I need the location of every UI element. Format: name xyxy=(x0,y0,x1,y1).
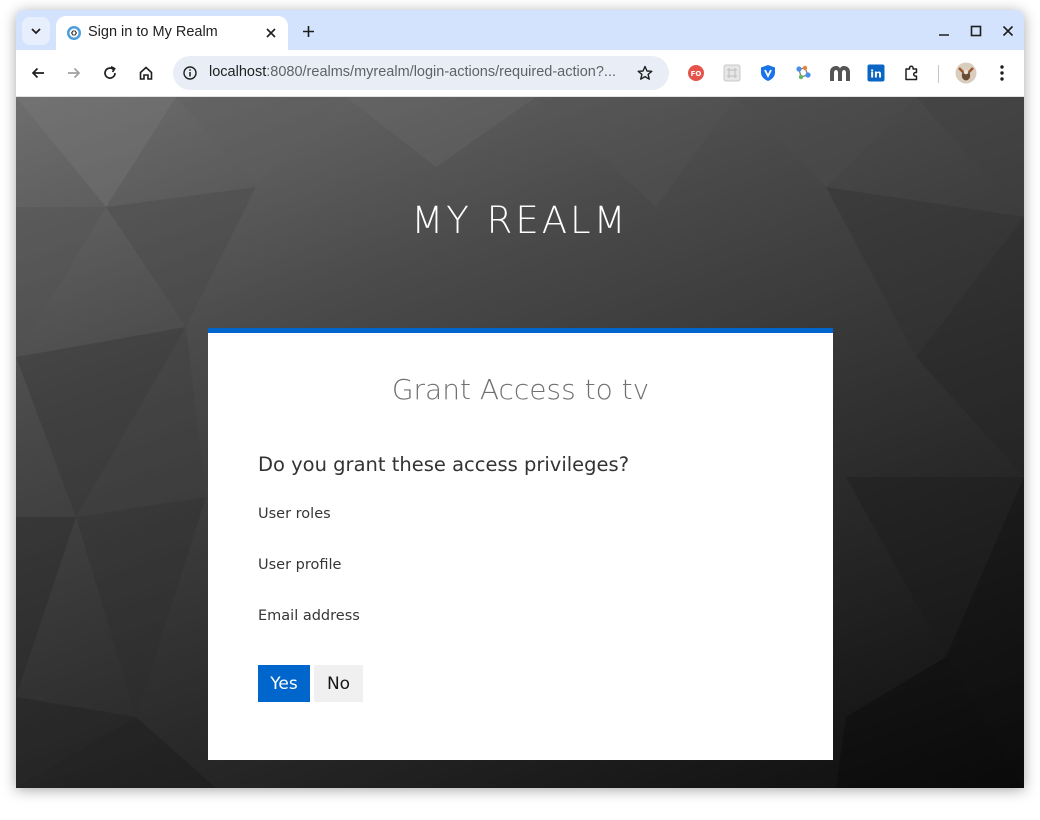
home-button[interactable] xyxy=(135,62,157,84)
close-icon xyxy=(1002,25,1014,37)
home-icon xyxy=(139,66,153,80)
fo-extension-button[interactable]: FO xyxy=(686,63,706,83)
bookmark-button[interactable] xyxy=(636,64,654,82)
reload-icon xyxy=(104,66,116,79)
scope-item: User profile xyxy=(258,557,342,573)
browser-toolbar: localhost:8080/realms/myrealm/login-acti… xyxy=(16,50,1024,97)
plus-icon xyxy=(302,25,314,37)
tab-strip: Sign in to My Realm xyxy=(16,10,1024,50)
browser-window: Sign in to My Realm localhost:8080/realm… xyxy=(16,10,1024,788)
extensions-button[interactable] xyxy=(902,63,922,83)
tab-close-button[interactable] xyxy=(262,24,280,42)
maximize-icon xyxy=(970,25,982,37)
molecule-extension-icon xyxy=(796,65,811,80)
login-page-background: MY REALM Grant Access to tv Do you grant… xyxy=(16,97,1024,788)
linkedin-extension-button[interactable]: in xyxy=(866,63,886,83)
linkedin-extension-icon: in xyxy=(867,64,885,82)
no-button[interactable]: No xyxy=(314,665,363,702)
close-window-button[interactable] xyxy=(998,22,1018,40)
tab-search-button[interactable] xyxy=(22,17,50,45)
molecule-extension-button[interactable] xyxy=(794,63,814,83)
scope-item: User roles xyxy=(258,506,331,522)
m-extension-button[interactable] xyxy=(828,63,852,83)
minimize-icon xyxy=(939,34,949,36)
back-arrow-icon xyxy=(31,67,44,79)
tab-active[interactable]: Sign in to My Realm xyxy=(56,16,288,50)
consent-question: Do you grant these access privileges? xyxy=(258,453,630,476)
fo-extension-icon: FO xyxy=(688,65,704,81)
shield-extension-button[interactable] xyxy=(758,63,778,83)
tab-title: Sign in to My Realm xyxy=(88,24,218,40)
toolbar-divider xyxy=(938,65,939,83)
new-tab-button[interactable] xyxy=(298,21,318,41)
yes-button[interactable]: Yes xyxy=(258,665,310,702)
avatar xyxy=(955,62,977,84)
keycloak-favicon-icon xyxy=(67,26,81,40)
url-host: localhost xyxy=(209,64,267,80)
realm-title: MY REALM xyxy=(411,199,629,242)
profile-avatar-button[interactable] xyxy=(955,62,977,84)
grid-extension-button[interactable] xyxy=(722,63,742,83)
forward-button[interactable] xyxy=(63,62,85,84)
minimize-button[interactable] xyxy=(934,22,954,40)
forward-arrow-icon xyxy=(68,67,81,79)
shield-extension-icon xyxy=(761,65,775,81)
puzzle-icon xyxy=(905,65,918,81)
url-text: localhost:8080/realms/myrealm/login-acti… xyxy=(209,64,629,80)
maximize-button[interactable] xyxy=(966,22,986,40)
kebab-menu-icon xyxy=(1000,65,1004,81)
reload-button[interactable] xyxy=(99,62,121,84)
fo-extension-label: FO xyxy=(691,70,702,78)
info-icon xyxy=(183,66,197,80)
consent-card: Grant Access to tv Do you grant these ac… xyxy=(208,328,833,760)
card-title: Grant Access to tv xyxy=(391,373,650,406)
chevron-down-icon xyxy=(31,28,41,35)
m-extension-icon xyxy=(830,66,850,81)
scope-item: Email address xyxy=(258,608,360,624)
url-path: :8080/realms/myrealm/login-actions/requi… xyxy=(266,64,617,80)
star-icon xyxy=(637,65,653,80)
browser-menu-button[interactable] xyxy=(992,63,1012,83)
grid-extension-icon xyxy=(723,64,741,82)
site-info-button[interactable] xyxy=(181,64,199,82)
address-bar[interactable]: localhost:8080/realms/myrealm/login-acti… xyxy=(173,56,669,90)
back-button[interactable] xyxy=(27,62,49,84)
linkedin-extension-label: in xyxy=(870,68,882,81)
close-icon xyxy=(266,28,276,38)
